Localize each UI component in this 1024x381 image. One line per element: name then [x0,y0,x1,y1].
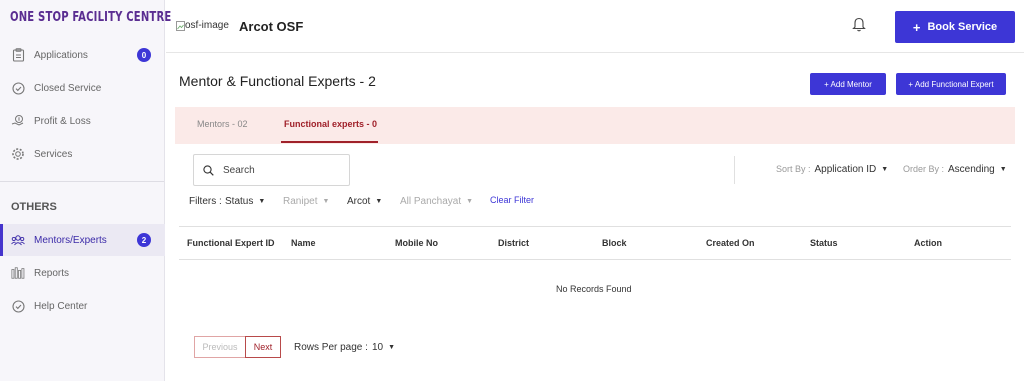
column-header: Created On [706,238,755,248]
sidebar-item-applications[interactable]: Applications 0 [0,39,165,71]
column-header: Functional Expert ID [187,238,275,248]
block-filter[interactable]: Arcot ▼ [347,196,382,207]
sidebar-item-help-center[interactable]: Help Center [0,290,165,322]
caret-down-icon: ▼ [466,198,474,205]
check-circle-icon [11,81,25,95]
toolbar-separator [734,156,735,184]
search-icon [203,164,214,176]
column-header: Mobile No [395,238,438,248]
order-by-value: Ascending [948,164,995,175]
app-name: Arcot OSF [239,19,304,34]
status-filter-value: Status [225,196,254,207]
top-bar: osf-image Arcot OSF + Book Service [166,0,1024,53]
order-by-label: Order By : [903,164,945,174]
district-filter[interactable]: Ranipet ▼ [283,196,329,207]
search-input[interactable]: Search [193,154,350,186]
sidebar-item-label: Closed Service [34,82,102,94]
sort-by-value: Application ID [814,164,877,175]
count-badge: 0 [137,48,151,62]
caret-down-icon: ▼ [999,166,1007,173]
active-tab-indicator [281,141,378,143]
sort-by-select[interactable]: Sort By : Application ID ▼ [776,164,888,175]
column-header: District [498,238,530,248]
sidebar-item-label: Help Center [34,300,88,312]
column-header: Name [291,238,316,248]
clipboard-icon [11,48,25,62]
bell-icon[interactable] [852,16,866,37]
sidebar: ONE STOP FACILITY CENTRE Applications 0 … [0,0,171,381]
column-header: Block [602,238,627,248]
brand-logo-text: ONE STOP FACILITY CENTRE [10,10,172,25]
check-circle-icon [11,299,25,313]
rows-per-page-label: Rows Per page : [294,342,368,353]
sidebar-divider [0,181,164,182]
money-hand-icon [11,114,25,128]
sidebar-item-profit-loss[interactable]: Profit & Loss [0,105,165,137]
sidebar-item-label: Reports [34,267,70,279]
sidebar-item-label: Profit & Loss [34,115,91,127]
book-service-button[interactable]: + Book Service [895,11,1015,43]
sidebar-item-label: Applications [34,49,88,61]
sort-by-label: Sort By : [776,164,811,174]
gear-icon [11,147,25,161]
sidebar-item-label: Services [34,148,73,160]
sidebar-item-reports[interactable]: Reports [0,257,165,289]
caret-down-icon: ▼ [375,198,383,205]
plus-icon: + [912,19,921,35]
previous-page-button[interactable]: Previous [194,336,245,358]
order-by-select[interactable]: Order By : Ascending ▼ [903,164,1007,175]
caret-down-icon: ▼ [881,166,889,173]
column-header: Status [810,238,838,248]
next-page-button[interactable]: Next [245,336,281,358]
block-filter-value: Arcot [347,196,371,207]
bar-chart-icon [11,266,25,280]
panchayat-filter[interactable]: All Panchayat ▼ [400,196,473,207]
rows-per-page-select[interactable]: 10 ▼ [372,342,395,353]
tab-bar: Mentors - 02 Functional experts - 0 [175,107,1015,144]
empty-state-text: No Records Found [556,284,632,294]
panchayat-filter-value: All Panchayat [400,196,462,207]
clear-filter-link[interactable]: Clear Filter [490,195,534,205]
tab-functional-experts[interactable]: Functional experts - 0 [284,119,377,129]
add-functional-expert-button[interactable]: + Add Functional Expert [896,73,1006,95]
logo-alt-text: osf-image [185,20,229,31]
status-filter[interactable]: Status ▼ [225,196,265,207]
column-header: Action [914,238,942,248]
sidebar-item-mentors-experts[interactable]: Mentors/Experts 2 [0,224,165,256]
broken-image-icon [176,20,185,31]
sidebar-item-label: Mentors/Experts [34,234,107,246]
tab-mentors[interactable]: Mentors - 02 [197,119,248,129]
table-header-top-border [179,226,1011,227]
table-header-bottom-border [179,259,1011,260]
filters-label: Filters : [189,196,222,207]
caret-down-icon: ▼ [258,198,266,205]
count-badge: 2 [137,233,151,247]
caret-down-icon: ▼ [388,344,396,351]
caret-down-icon: ▼ [322,198,330,205]
people-icon [11,233,25,247]
book-service-label: Book Service [927,21,998,33]
rows-per-page-value: 10 [372,342,384,353]
search-placeholder: Search [223,164,255,176]
page-title: Mentor & Functional Experts - 2 [179,73,376,89]
osf-logo-image: osf-image [176,20,229,31]
sidebar-item-closed-service[interactable]: Closed Service [0,72,165,104]
district-filter-value: Ranipet [283,196,318,207]
sidebar-section-title: OTHERS [11,201,57,213]
sidebar-item-services[interactable]: Services [0,138,165,170]
add-mentor-button[interactable]: + Add Mentor [810,73,886,95]
